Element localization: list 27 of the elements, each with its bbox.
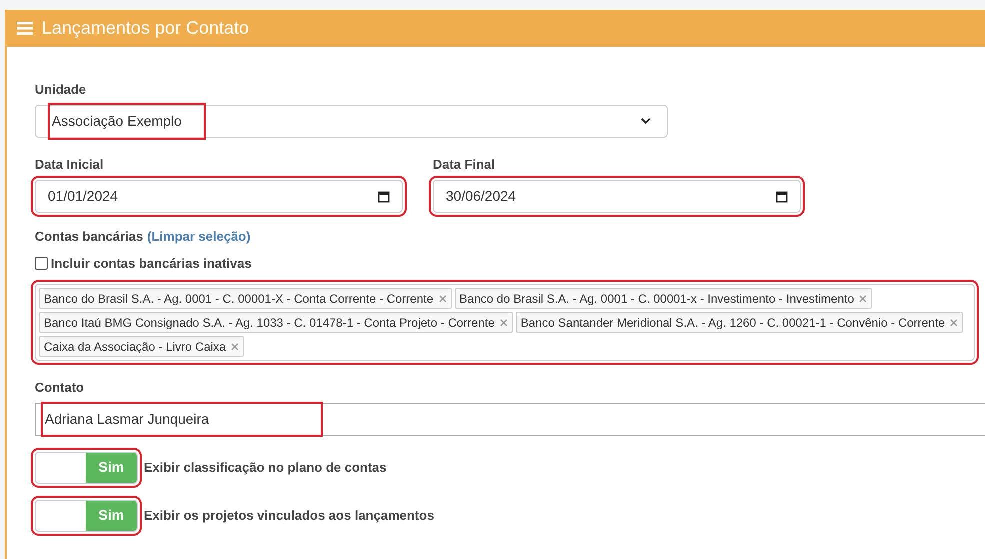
calendar-icon[interactable] — [776, 190, 788, 202]
checkbox[interactable] — [35, 256, 48, 270]
field-label: Unidade — [35, 81, 88, 99]
menu-icon[interactable] — [17, 22, 33, 35]
account-tag: Banco Itaú BMG Consignado S.A. - Ag. 1033 - C. 01478-1 - Conta Projeto - Corrente — [39, 312, 513, 333]
field-label: Contato — [35, 379, 86, 397]
panel-title: Lançamentos por Contato — [42, 17, 250, 40]
toggle-label: Exibir classificação no plano de contas — [144, 458, 387, 477]
field-label: Data Inicial — [35, 156, 105, 174]
close-icon[interactable] — [231, 342, 240, 350]
account-tag: Banco Santander Meridional S.A. - Ag. 1260 - C. 00021-1 - Convênio - Corrente — [516, 312, 964, 333]
field-label: Data Final — [433, 156, 496, 174]
field-label: Contas bancárias — [35, 228, 144, 246]
close-icon[interactable] — [438, 294, 447, 302]
close-icon[interactable] — [500, 318, 508, 326]
toggle-label: Exibir os projetos vinculados aos lançamentos — [144, 506, 434, 525]
calendar-icon[interactable] — [378, 190, 390, 202]
checkbox-label: Incluir contas bancárias inativas — [51, 254, 252, 272]
account-tag: Banco do Brasil S.A. - Ag. 0001 - C. 00001-X - Conta Corrente - Corrente — [39, 288, 452, 309]
close-icon[interactable] — [950, 318, 958, 326]
account-tag: Caixa da Associação - Livro Caixa — [39, 336, 244, 357]
account-tag: Banco do Brasil S.A. - Ag. 0001 - C. 00001-x - Investimento - Investimento — [454, 288, 872, 309]
close-icon[interactable] — [859, 294, 868, 302]
clear-selection-link[interactable]: (Limpar seleção) — [147, 227, 251, 246]
contact-field[interactable]: Adriana Lasmar Junqueira — [35, 402, 985, 436]
unidade-select[interactable]: Associação Exemplo — [35, 104, 668, 138]
chevron-down-icon — [641, 118, 651, 124]
